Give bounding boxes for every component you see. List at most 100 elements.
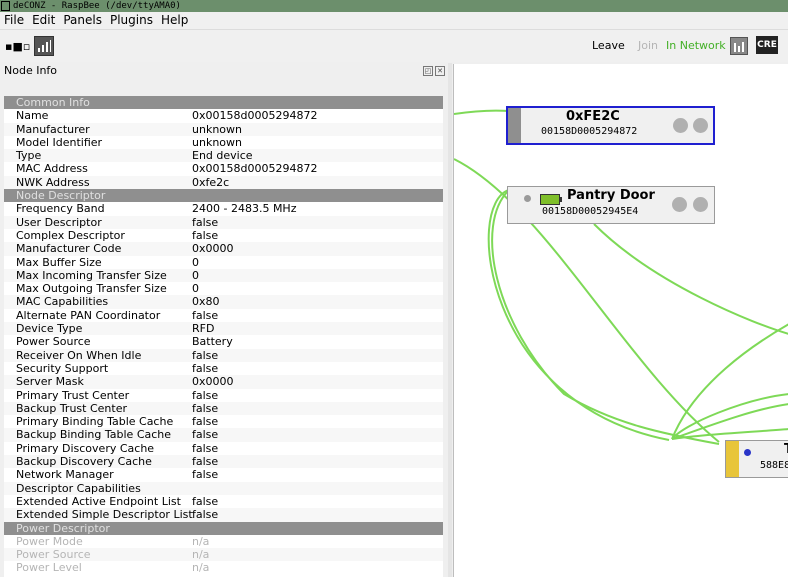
property-name: Manufacturer <box>16 122 90 136</box>
property-name: Server Mask <box>16 375 84 389</box>
panel-splitter[interactable] <box>448 63 452 577</box>
table-row: Receiver On When Idle false <box>4 348 443 362</box>
leave-network-button[interactable]: Leave <box>592 39 625 52</box>
menu-file[interactable]: File <box>0 12 28 28</box>
section-title: Node Descriptor <box>16 189 106 203</box>
property-name: Primary Trust Center <box>16 388 130 402</box>
node-name: 0xFE2C <box>566 109 620 124</box>
property-value: n/a <box>192 548 210 562</box>
property-name: Alternate PAN Coordinator <box>16 308 161 322</box>
property-value: 0xfe2c <box>192 175 230 189</box>
table-row: Extended Active Endpoint List false <box>4 495 443 508</box>
table-row: Server Mask 0x0000 <box>4 375 443 389</box>
table-row: MAC Address 0x00158d0005294872 <box>4 162 443 175</box>
property-name: Device Type <box>16 322 83 336</box>
menu-help[interactable]: Help <box>157 12 192 28</box>
toolbar: ▪■▫ Leave Join In Network CRE <box>0 30 788 62</box>
menu-plugins[interactable]: Plugins <box>106 12 157 28</box>
property-value: false <box>192 415 219 429</box>
table-row: NWK Address 0xfe2c <box>4 175 443 190</box>
link-line <box>491 189 720 445</box>
float-panel-icon[interactable]: ◰ <box>423 66 433 76</box>
menu-edit[interactable]: Edit <box>28 12 59 28</box>
close-panel-icon[interactable]: ✕ <box>435 66 445 76</box>
property-name: Power Source <box>16 548 91 562</box>
property-value: unknown <box>192 122 242 136</box>
signal-strength-icon[interactable] <box>34 36 54 56</box>
window-title: deCONZ - RaspBee (/dev/ttyAMA0) <box>13 1 181 11</box>
property-name: Primary Binding Table Cache <box>16 415 174 429</box>
property-value: false <box>192 215 219 229</box>
table-row: Type End device <box>4 149 443 163</box>
cre-button[interactable]: CRE <box>756 36 778 54</box>
node-bar <box>726 441 739 477</box>
table-row: User Descriptor false <box>4 215 443 229</box>
node-name: Pantry Door <box>567 188 655 203</box>
property-value: false <box>192 468 219 482</box>
property-value: unknown <box>192 135 242 149</box>
property-name: Power Level <box>16 561 82 575</box>
link-line <box>487 189 670 441</box>
property-value: false <box>192 441 219 455</box>
node-mac: 588E8 <box>760 460 788 471</box>
property-name: Descriptor Capabilities <box>16 481 141 495</box>
table-row: Power Source Battery <box>4 335 443 348</box>
join-network-button[interactable]: Join <box>638 39 658 52</box>
table-row: Max Buffer Size 0 <box>4 256 443 269</box>
table-row: Manufacturer unknown <box>4 122 443 136</box>
table-row: Primary Binding Table Cache false <box>4 415 443 428</box>
property-value: false <box>192 494 219 508</box>
node-status-dot <box>744 449 751 456</box>
property-name: Max Buffer Size <box>16 255 102 269</box>
table-row: Power Mode n/a <box>4 535 443 548</box>
endpoint-dot[interactable] <box>693 197 708 212</box>
table-row: Security Support false <box>4 362 443 375</box>
property-value: false <box>192 455 219 469</box>
network-status-label: In Network <box>666 39 726 52</box>
table-row: Max Incoming Transfer Size 0 <box>4 268 443 283</box>
property-name: Backup Binding Table Cache <box>16 428 172 442</box>
table-row: Primary Trust Center false <box>4 389 443 402</box>
table-row: Manufacturer Code 0x0000 <box>4 242 443 256</box>
window-menu-icon[interactable] <box>1 1 10 11</box>
table-row: Backup Discovery Cache false <box>4 455 443 469</box>
property-value: false <box>192 348 219 362</box>
table-row: Name 0x00158d0005294872 <box>4 109 443 122</box>
property-name: Backup Trust Center <box>16 401 127 415</box>
node-mac: 00158D0005294872 <box>541 126 638 137</box>
property-value: RFD <box>192 322 215 336</box>
window-title-bar: deCONZ - RaspBee (/dev/ttyAMA0) <box>0 0 788 12</box>
property-value: false <box>192 428 219 442</box>
link-line <box>671 323 788 440</box>
property-name: Model Identifier <box>16 135 103 149</box>
controller-icon[interactable] <box>730 37 748 55</box>
endpoint-dot[interactable] <box>673 118 688 133</box>
property-value: 0 <box>192 282 199 296</box>
property-value: 0 <box>192 255 199 269</box>
property-name: Backup Discovery Cache <box>16 455 152 469</box>
network-graph-canvas[interactable]: 0xFE2C 00158D0005294872 Pantry Door 0015… <box>453 64 788 577</box>
node-card-partial[interactable]: T 588E8 <box>725 440 788 478</box>
table-row: Alternate PAN Coordinator false <box>4 309 443 322</box>
property-name: Extended Active Endpoint List <box>16 494 181 508</box>
property-name: Manufacturer Code <box>16 242 122 256</box>
table-row: Backup Trust Center false <box>4 401 443 416</box>
node-info-panel-header: Node Info ◰ ✕ <box>0 63 450 79</box>
node-name: T <box>784 442 788 457</box>
table-row: Complex Descriptor false <box>4 229 443 242</box>
menu-panels[interactable]: Panels <box>59 12 106 28</box>
endpoint-dot[interactable] <box>693 118 708 133</box>
property-name: Type <box>16 149 42 163</box>
connect-plug-icon[interactable]: ▪■▫ <box>5 40 30 53</box>
endpoint-dot[interactable] <box>672 197 687 212</box>
property-value: false <box>192 401 219 415</box>
node-card-pantry-door[interactable]: Pantry Door 00158D00052945E4 <box>507 186 715 224</box>
property-name: User Descriptor <box>16 215 102 229</box>
property-value: 0x0000 <box>192 375 234 389</box>
node-card-fe2c[interactable]: 0xFE2C 00158D0005294872 <box>506 106 715 145</box>
property-name: Network Manager <box>16 468 114 482</box>
property-value: 0x00158d0005294872 <box>192 109 318 123</box>
property-name: Receiver On When Idle <box>16 348 142 362</box>
link-line <box>671 428 788 440</box>
property-name: Power Mode <box>16 534 83 548</box>
